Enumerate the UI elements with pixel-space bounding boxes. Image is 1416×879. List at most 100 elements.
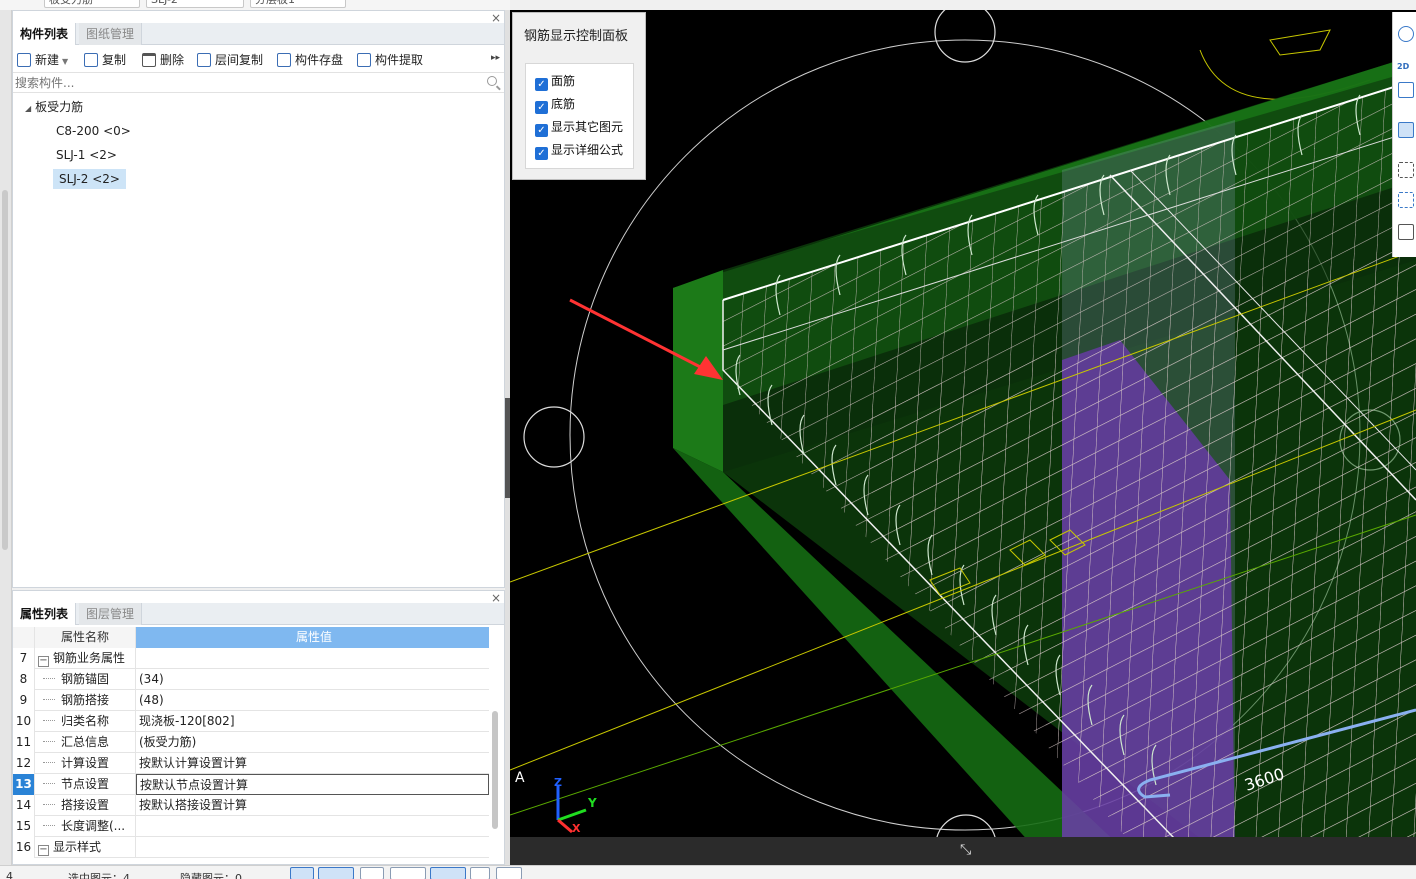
table-row[interactable]: 14 搭接设置 按默认搭接设置计算	[13, 795, 489, 816]
row-value[interactable]: (48)	[136, 690, 489, 711]
row-name: − 显示样式	[35, 837, 136, 858]
more-icon[interactable]: ▸▸	[491, 53, 500, 63]
snap-toggle[interactable]	[290, 867, 314, 879]
chevron-down-icon[interactable]: ▼	[62, 57, 68, 66]
search-input[interactable]	[13, 73, 473, 92]
table-row-current[interactable]: 13 节点设置 按默认节点设置计算	[13, 774, 489, 795]
row-name: 归类名称	[35, 711, 136, 732]
save-component-icon	[277, 53, 291, 67]
checkbox-icon[interactable]: ✓	[535, 147, 548, 160]
component-toolbar: 新建 ▼ 复制 删除 层间复制 构件存盘 构件提取 ▸▸	[13, 47, 504, 73]
orbit-icon[interactable]	[1398, 26, 1414, 42]
option-top-rebar[interactable]: ✓ 面筋	[535, 72, 575, 92]
row-value[interactable]: (34)	[136, 669, 489, 690]
row-name: 钢筋搭接	[35, 690, 136, 711]
layer-field[interactable]: 分层板1	[250, 0, 346, 8]
table-row[interactable]: 12 计算设置 按默认计算设置计算	[13, 753, 489, 774]
tree-item-selected[interactable]: SLJ-2 <2>	[53, 169, 126, 189]
header-num	[13, 627, 35, 648]
row-value-editor[interactable]: 按默认节点设置计算	[136, 774, 489, 795]
table-row[interactable]: 9 钢筋搭接 (48)	[13, 690, 489, 711]
checkbox-icon[interactable]: ✓	[535, 124, 548, 137]
extract-component-button[interactable]: 构件提取	[357, 51, 423, 69]
checkbox-icon[interactable]: ✓	[535, 78, 548, 91]
component-type-field[interactable]: 板受力筋	[44, 0, 140, 8]
row-name-label: 钢筋业务属性	[53, 651, 126, 665]
row-value[interactable]: 按默认搭接设置计算	[136, 795, 489, 816]
delete-label: 删除	[160, 53, 185, 67]
angle-toggle[interactable]	[390, 867, 426, 879]
delete-button[interactable]: 删除	[142, 51, 184, 69]
row-name-label: 计算设置	[61, 756, 110, 770]
tree-item[interactable]: C8-200 <0>	[56, 121, 131, 141]
control-options: ✓ 面筋 ✓ 底筋 ✓ 显示其它图元 ✓ 显示详细公式	[525, 63, 634, 169]
tree-item[interactable]: SLJ-1 <2>	[56, 145, 117, 165]
save-component-button[interactable]: 构件存盘	[277, 51, 343, 69]
option-show-other-elements[interactable]: ✓ 显示其它图元	[535, 118, 623, 138]
axis-z-label: Z	[554, 776, 562, 789]
cube-select-icon[interactable]	[1398, 192, 1414, 208]
floor-copy-label: 层间复制	[215, 53, 264, 67]
left-gutter	[0, 10, 12, 865]
search-icon[interactable]	[487, 76, 497, 86]
extract-icon	[357, 53, 371, 67]
tab-property-list[interactable]: 属性列表	[13, 603, 77, 625]
component-list-panel: × 构件列表 图纸管理 新建 ▼ 复制 删除 层间复制 构件存盘 构件提取 ▸▸ …	[12, 10, 505, 588]
tree-root[interactable]: ◢ 板受力筋	[25, 97, 83, 117]
collapse-icon[interactable]: −	[38, 845, 49, 856]
shrink-icon[interactable]: ⤡	[960, 842, 971, 858]
row-value[interactable]: (板受力筋)	[136, 732, 489, 753]
component-tabs: 构件列表 图纸管理	[13, 23, 504, 45]
row-value[interactable]	[136, 837, 489, 858]
option-label: 显示其它图元	[551, 120, 624, 134]
grid-header: 属性名称 属性值	[13, 627, 489, 648]
row-name-label: 长度调整(...	[61, 819, 126, 833]
3d-box-icon[interactable]	[1398, 82, 1414, 98]
table-row[interactable]: 10 归类名称 现浇板-120[802]	[13, 711, 489, 732]
row-num: 8	[13, 669, 35, 690]
row-name: 计算设置	[35, 753, 136, 774]
tab-component-list[interactable]: 构件列表	[13, 23, 77, 45]
option-show-detailed-formula[interactable]: ✓ 显示详细公式	[535, 141, 623, 161]
row-name-label: 归类名称	[61, 714, 110, 728]
row-num: 16	[13, 837, 35, 858]
checkbox-icon[interactable]: ✓	[535, 101, 548, 114]
new-button[interactable]: 新建 ▼	[17, 51, 68, 69]
status-hidden: 隐藏图元：0	[180, 872, 242, 879]
row-value[interactable]: 按默认计算设置计算	[136, 753, 489, 774]
table-row[interactable]: 15 长度调整(...	[13, 816, 489, 837]
row-value[interactable]	[136, 648, 489, 669]
table-row[interactable]: 8 钢筋锚固 (34)	[13, 669, 489, 690]
row-name-label: 显示样式	[53, 840, 102, 854]
option-label: 底筋	[551, 97, 576, 111]
list-settings-icon[interactable]	[1398, 224, 1414, 240]
copy-label: 复制	[102, 53, 127, 67]
collapse-icon[interactable]: −	[38, 656, 49, 667]
table-row[interactable]: 16 − 显示样式	[13, 837, 489, 858]
floor-copy-button[interactable]: 层间复制	[197, 51, 263, 69]
cross-toggle[interactable]	[360, 867, 384, 879]
tab-drawing-management[interactable]: 图纸管理	[79, 23, 143, 45]
row-value[interactable]: 现浇板-120[802]	[136, 711, 489, 732]
component-name-field[interactable]: SLJ-2	[146, 0, 244, 8]
option-bottom-rebar[interactable]: ✓ 底筋	[535, 95, 575, 115]
row-name-label: 节点设置	[61, 777, 110, 791]
ortho-toggle[interactable]	[430, 867, 466, 879]
select-mode-toggle[interactable]	[318, 867, 354, 879]
copy-button[interactable]: 复制	[84, 51, 126, 69]
trace-toggle[interactable]	[496, 867, 522, 879]
2d-view-button[interactable]: 2D	[1397, 62, 1409, 71]
row-name-label: 搭接设置	[61, 798, 110, 812]
property-scrollbar[interactable]	[492, 711, 498, 829]
box-select-icon[interactable]	[1398, 162, 1414, 178]
grid-toggle[interactable]	[470, 867, 490, 879]
solid-view-icon[interactable]	[1398, 122, 1414, 138]
table-row[interactable]: 7 − 钢筋业务属性	[13, 648, 489, 669]
table-row[interactable]: 11 汇总信息 (板受力筋)	[13, 732, 489, 753]
status-bar: 4 选中图元：4 隐藏图元：0	[0, 865, 1416, 879]
row-num: 9	[13, 690, 35, 711]
row-value[interactable]	[136, 816, 489, 837]
tab-layer-management[interactable]: 图层管理	[79, 603, 143, 625]
left-scroll-thumb[interactable]	[2, 190, 8, 550]
expand-icon[interactable]: ◢	[25, 99, 31, 119]
